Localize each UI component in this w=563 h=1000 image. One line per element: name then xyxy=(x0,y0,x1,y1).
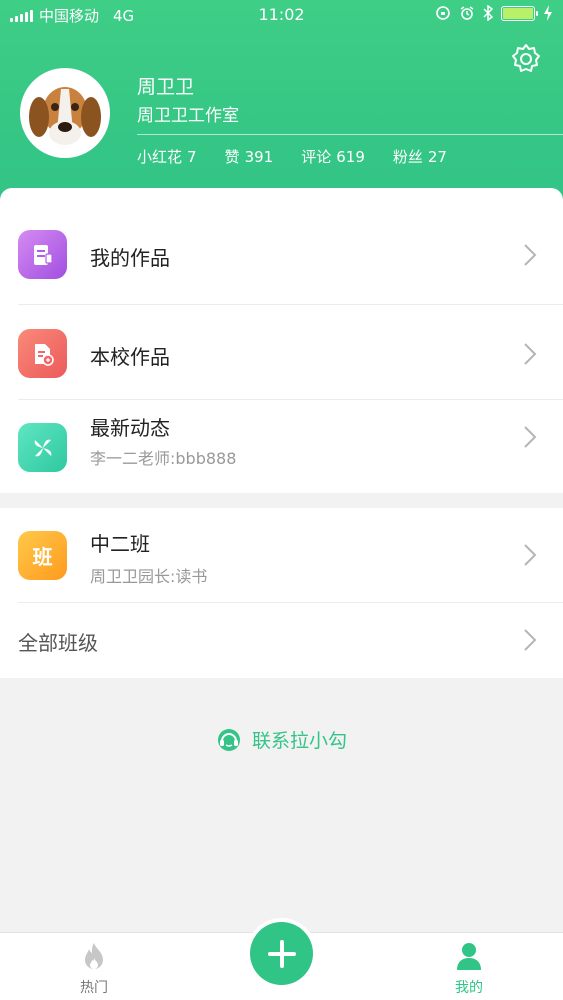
class-item-label: 中二班 xyxy=(90,532,150,556)
contact-label: 联系拉小勾 xyxy=(251,730,347,752)
alarm-icon xyxy=(460,6,474,20)
stat-flowers[interactable]: 小红花 7 xyxy=(137,146,197,167)
menu-item-latest-news[interactable]: 最新动态 李一二老师:bbb888 xyxy=(0,400,563,493)
stat-value: 619 xyxy=(336,148,365,166)
menu-item-my-works[interactable]: 我的作品 xyxy=(0,188,563,304)
stat-label: 小红花 xyxy=(137,148,183,166)
chevron-right-icon xyxy=(524,544,537,566)
document-badge-icon xyxy=(18,329,67,378)
flame-icon xyxy=(85,943,103,969)
menu-item-label: 我的作品 xyxy=(90,246,170,270)
menu-item-subtitle: 李一二老师:bbb888 xyxy=(90,449,237,468)
stat-label: 粉丝 xyxy=(392,148,423,166)
stat-likes[interactable]: 赞 391 xyxy=(225,146,274,167)
user-studio: 周卫卫工作室 xyxy=(137,106,239,126)
status-bar: 中国移动 4G 11:02 xyxy=(0,0,563,30)
battery-icon xyxy=(501,5,538,21)
chevron-right-icon xyxy=(524,426,537,448)
contact-support-link[interactable]: 联系拉小勾 xyxy=(0,726,563,758)
tab-hot[interactable]: 热门 xyxy=(54,941,134,997)
pinwheel-icon xyxy=(18,423,67,472)
add-button[interactable] xyxy=(250,922,313,985)
stat-label: 评论 xyxy=(301,148,332,166)
stat-value: 27 xyxy=(427,148,447,166)
menu-item-label: 最新动态 xyxy=(90,416,170,440)
class-badge-icon: 班 xyxy=(18,531,67,580)
menu-item-label: 本校作品 xyxy=(90,345,170,369)
stat-comments[interactable]: 评论 619 xyxy=(301,146,365,167)
works-card: 我的作品 本校作品 最新动态 李一二老师:bbb888 xyxy=(0,188,563,493)
all-classes-item[interactable]: 全部班级 xyxy=(0,603,563,678)
tab-label: 热门 xyxy=(80,980,108,996)
stat-label: 赞 xyxy=(224,148,240,166)
person-icon xyxy=(457,943,481,970)
header-divider xyxy=(137,134,563,135)
all-classes-label: 全部班级 xyxy=(18,631,98,655)
stat-fans[interactable]: 粉丝 27 xyxy=(393,146,447,167)
stat-value: 7 xyxy=(187,148,197,166)
class-item-middle-two[interactable]: 班 中二班 周卫卫园长:读书 xyxy=(0,508,563,602)
chevron-right-icon xyxy=(524,629,537,651)
document-icon xyxy=(18,230,67,279)
stat-value: 391 xyxy=(244,148,274,166)
chevron-right-icon xyxy=(524,343,537,365)
lock-rotation-icon xyxy=(436,6,450,20)
chevron-right-icon xyxy=(524,244,537,266)
bluetooth-icon xyxy=(483,5,493,21)
menu-item-school-works[interactable]: 本校作品 xyxy=(0,305,563,400)
user-name: 周卫卫 xyxy=(137,76,195,98)
class-item-subtitle: 周卫卫园长:读书 xyxy=(90,567,208,586)
charging-icon xyxy=(544,5,552,21)
avatar[interactable] xyxy=(20,68,110,158)
tab-label: 我的 xyxy=(455,980,483,996)
dog-avatar-image xyxy=(23,71,107,155)
class-card: 班 中二班 周卫卫园长:读书 全部班级 xyxy=(0,508,563,678)
profile-stats: 小红花 7 赞 391 评论 619 粉丝 27 xyxy=(137,146,447,167)
tab-mine[interactable]: 我的 xyxy=(429,941,509,997)
plus-icon xyxy=(267,939,296,968)
settings-gear-icon[interactable] xyxy=(509,42,543,76)
customer-service-icon xyxy=(217,728,240,751)
